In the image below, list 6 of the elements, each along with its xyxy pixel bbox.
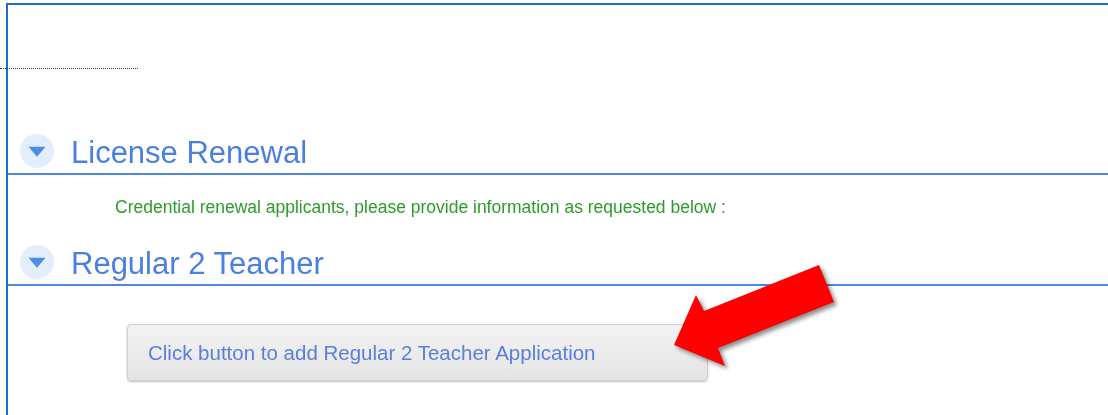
- collapse-icon[interactable]: [20, 134, 54, 168]
- add-application-button[interactable]: Click button to add Regular 2 Teacher Application: [127, 324, 708, 381]
- section-title: License Renewal: [71, 134, 308, 168]
- instruction-text: Credential renewal applicants, please provide information as requested below :: [115, 197, 726, 218]
- collapse-icon[interactable]: [20, 245, 54, 279]
- section-title: Regular 2 Teacher: [71, 245, 324, 279]
